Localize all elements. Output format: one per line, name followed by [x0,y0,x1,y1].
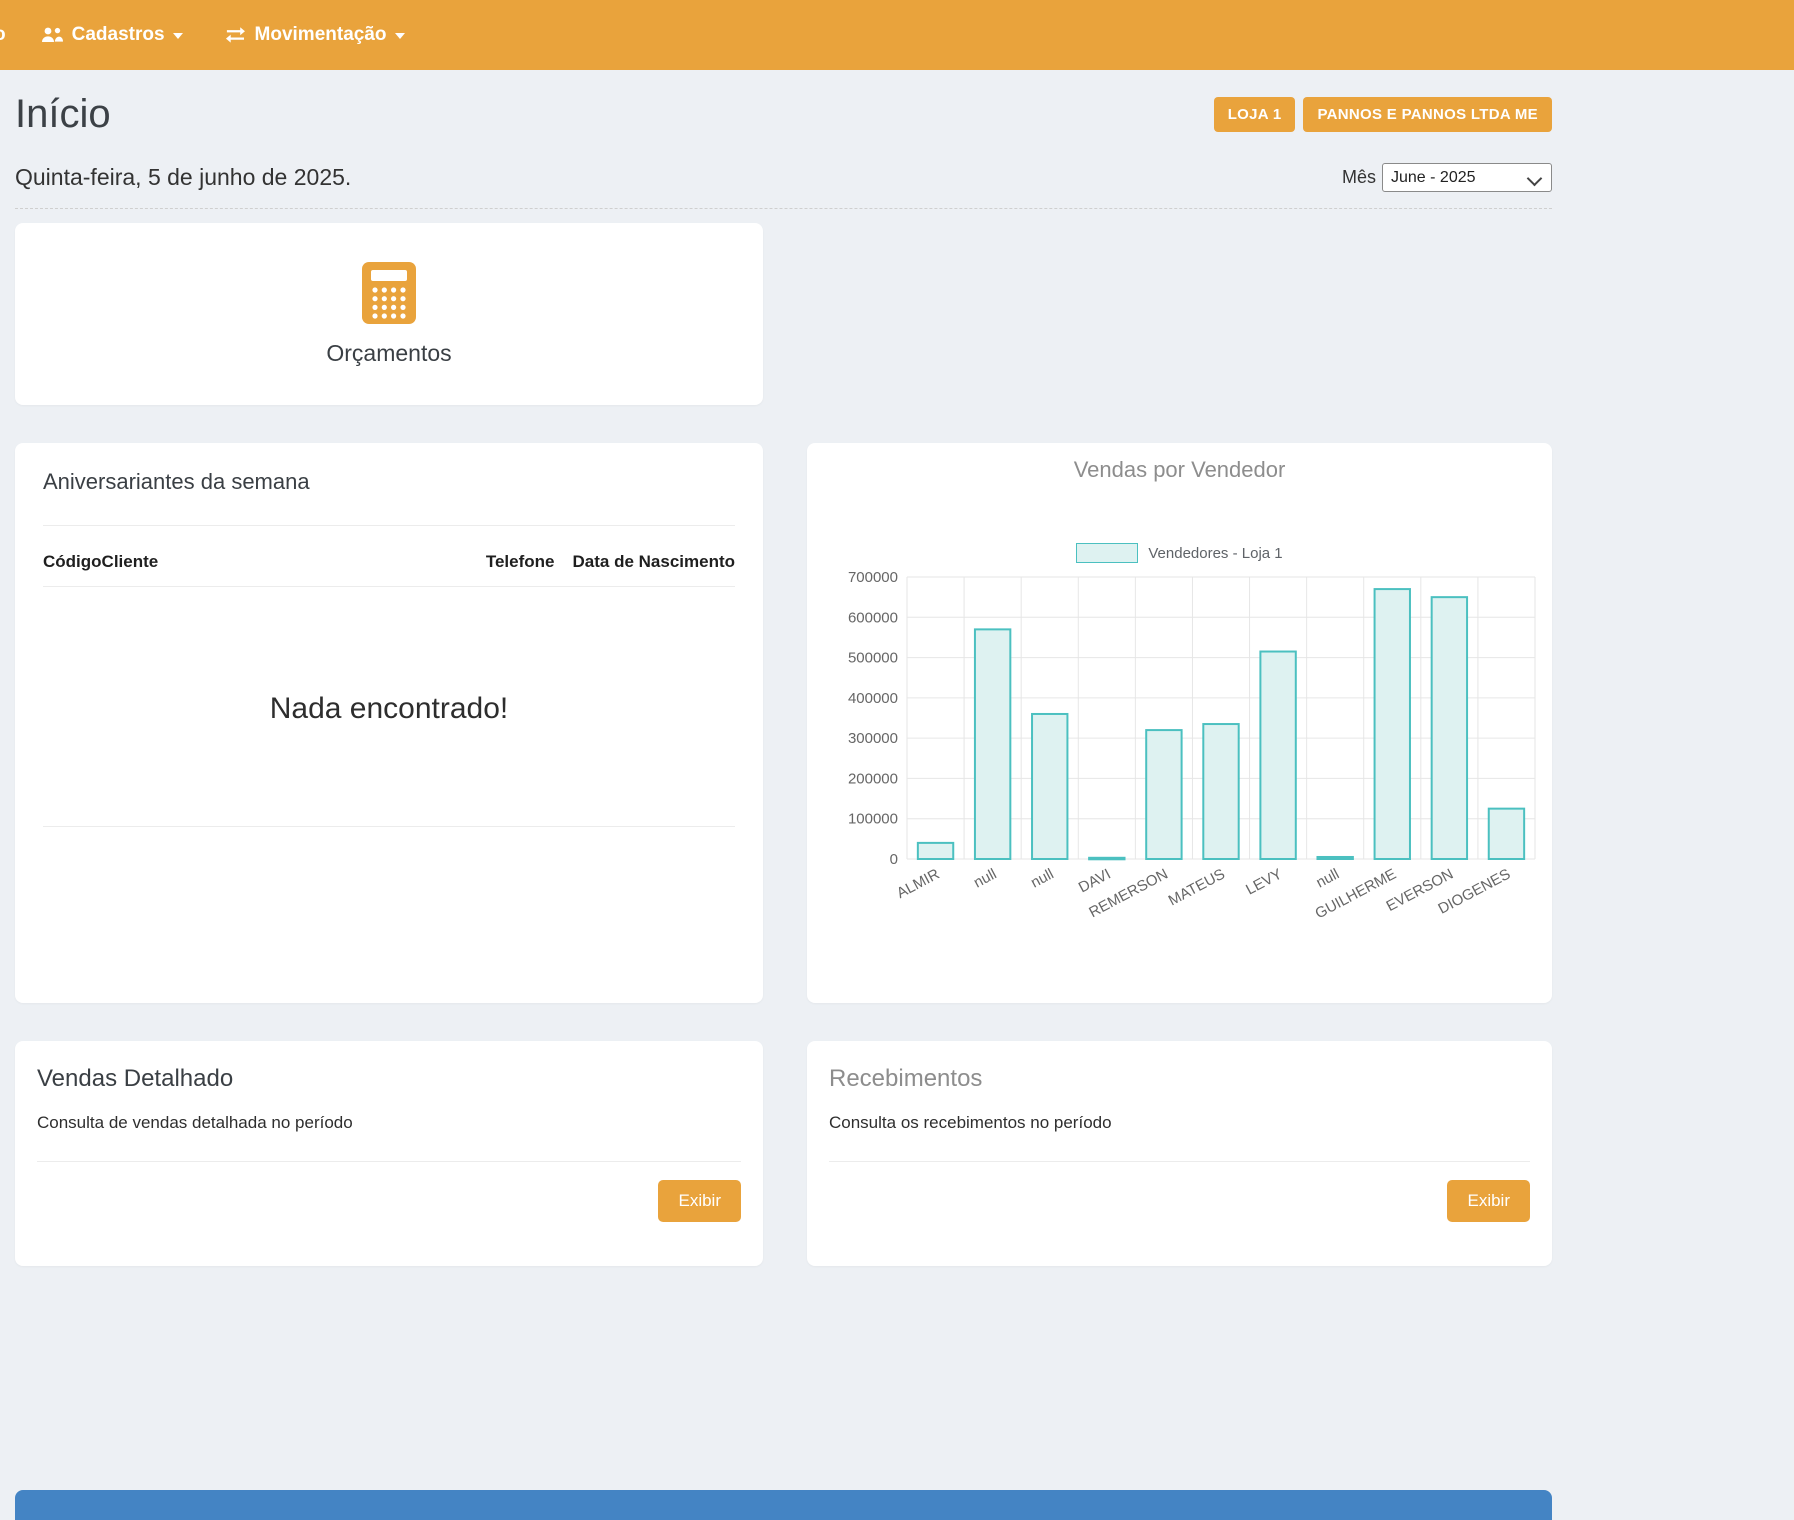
users-icon [40,26,64,44]
chart-title: Vendas por Vendedor [817,457,1542,483]
recebimentos-exibir-button[interactable]: Exibir [1447,1180,1530,1222]
svg-text:DAVI: DAVI [1076,866,1114,897]
exchange-icon [225,27,247,43]
birthdays-card: Aniversariantes da semana Código Cliente… [15,443,763,1003]
month-select[interactable]: June - 2025 [1382,163,1552,192]
column-cliente: Cliente [102,552,486,572]
empty-state-message: Nada encontrado! [43,692,735,726]
month-filter: Mês June - 2025 [1342,163,1552,192]
nav-item-movimentacao[interactable]: Movimentação [225,24,405,46]
legend-label: Vendedores - Loja 1 [1148,545,1282,562]
svg-text:null: null [1028,866,1057,892]
current-date: Quinta-feira, 5 de junho de 2025. [15,164,351,191]
svg-text:300000: 300000 [848,730,898,747]
divider [43,826,735,827]
vendas-detalhado-title: Vendas Detalhado [37,1065,741,1093]
caret-down-icon [395,33,405,39]
svg-text:600000: 600000 [848,609,898,626]
birthdays-table-header: Código Cliente Telefone Data de Nascimen… [43,552,735,572]
svg-text:ALMIR: ALMIR [894,865,943,902]
month-label: Mês [1342,167,1376,188]
chart-legend[interactable]: Vendedores - Loja 1 [817,543,1542,563]
divider [829,1161,1530,1162]
svg-text:100000: 100000 [848,811,898,828]
caret-down-icon [173,33,183,39]
header-buttons: LOJA 1 PANNOS E PANNOS LTDA ME [1214,97,1552,132]
recebimentos-subtitle: Consulta os recebimentos no período [829,1113,1530,1133]
nav-item-partial-label: o [0,24,6,46]
page-content: Início LOJA 1 PANNOS E PANNOS LTDA ME Qu… [15,92,1552,1520]
column-data-nascimento: Data de Nascimento [573,552,736,572]
orcamentos-label: Orçamentos [326,340,451,367]
date-row: Quinta-feira, 5 de junho de 2025. Mês Ju… [15,163,1552,192]
legend-swatch [1076,543,1138,563]
page-title: Início [15,92,111,137]
sales-by-seller-card: Vendas por Vendedor Vendedores - Loja 1 … [807,443,1552,1003]
divider [37,1161,741,1162]
footer-panel-peek [15,1490,1552,1520]
recebimentos-title: Recebimentos [829,1065,1530,1093]
svg-text:200000: 200000 [848,770,898,787]
svg-text:500000: 500000 [848,650,898,667]
vendas-exibir-button[interactable]: Exibir [658,1180,741,1222]
nav-item-cadastros-label: Cadastros [72,24,165,46]
vendas-detalhado-subtitle: Consulta de vendas detalhada no período [37,1113,741,1133]
nav-item-inicio-partial[interactable]: o [0,24,6,46]
orcamentos-shortcut-card[interactable]: Orçamentos [15,223,763,405]
recebimentos-card: Recebimentos Consulta os recebimentos no… [807,1041,1552,1266]
nav-item-cadastros[interactable]: Cadastros [40,24,183,46]
nav-item-movimentacao-label: Movimentação [255,24,387,46]
svg-text:null: null [1313,866,1342,892]
header-row: Início LOJA 1 PANNOS E PANNOS LTDA ME [15,92,1552,137]
svg-text:400000: 400000 [848,690,898,707]
company-button[interactable]: PANNOS E PANNOS LTDA ME [1303,97,1552,132]
sales-chart: 0 100000 200000 300000 400000 500000 600000 700… [817,569,1542,941]
divider [43,525,735,526]
svg-text:null: null [971,866,1000,892]
section-divider [15,208,1552,209]
svg-text:LEVY: LEVY [1243,866,1285,899]
store-button[interactable]: LOJA 1 [1214,97,1296,132]
svg-text:0: 0 [890,851,898,868]
divider [43,586,735,587]
svg-text:700000: 700000 [848,569,898,586]
column-telefone: Telefone [486,552,555,572]
column-codigo: Código [43,552,102,572]
calculator-icon [361,261,417,330]
svg-text:MATEUS: MATEUS [1166,866,1228,910]
vendas-detalhado-card: Vendas Detalhado Consulta de vendas deta… [15,1041,763,1266]
navbar: o Cadastros Movimentação [0,0,1794,70]
birthdays-title: Aniversariantes da semana [43,469,735,495]
